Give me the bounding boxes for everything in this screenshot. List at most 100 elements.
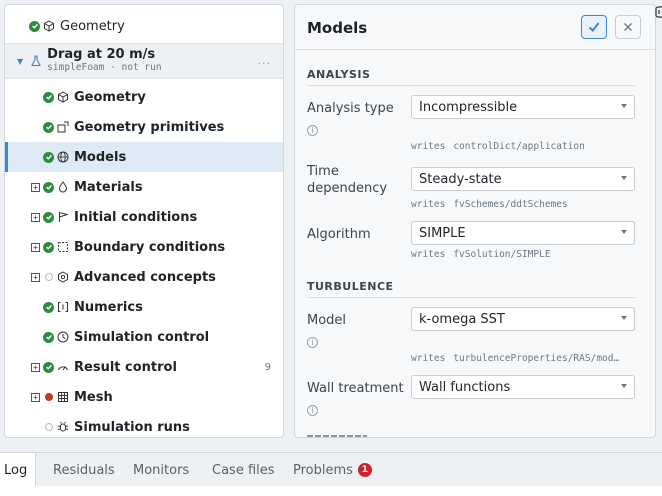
writes-hint: writes fvSolution/SIMPLE (411, 249, 551, 260)
tree-item-initial-conditions[interactable]: + Initial conditions (5, 202, 283, 232)
cube-icon (43, 20, 55, 32)
expand-icon[interactable]: + (31, 212, 40, 222)
time-dependency-label: Time dependency (307, 164, 388, 196)
chevron-down-icon (621, 316, 627, 320)
info-icon[interactable]: i (307, 405, 318, 416)
tree-item-label: Initial conditions (74, 209, 198, 225)
flag-icon (57, 211, 69, 223)
models-panel: Models ANALYSIS Analysis type i Incompre… (294, 4, 656, 438)
tree-item-label: Materials (74, 179, 143, 195)
check-icon (29, 20, 40, 32)
tree-item-geometry[interactable]: Geometry (5, 82, 283, 112)
status-empty-icon (45, 423, 53, 431)
clipped-section-header (307, 433, 367, 437)
section-analysis: ANALYSIS (307, 68, 371, 81)
tab-problems[interactable]: Problems 1 (293, 453, 372, 487)
tree-item-label: Simulation control (74, 329, 210, 345)
cube-icon (57, 91, 69, 103)
expand-icon[interactable]: + (31, 272, 40, 282)
check-icon (43, 91, 54, 103)
select-value: Wall functions (419, 379, 511, 395)
tab-case-files[interactable]: Case files (212, 453, 275, 487)
writes-hint: writes turbulenceProperties/RAS/mod… (411, 353, 620, 364)
problems-count-badge: 1 (357, 463, 372, 477)
chevron-down-icon (621, 176, 627, 180)
tree-item-label: Geometry (74, 89, 146, 105)
grid-icon (57, 391, 69, 403)
tree-item-boundary-conditions[interactable]: + Boundary conditions (5, 232, 283, 262)
tree-item-label: Advanced concepts (74, 269, 216, 285)
tree-item-materials[interactable]: + Materials (5, 172, 283, 202)
tab-log[interactable]: Log (0, 453, 37, 487)
check-icon (43, 301, 54, 313)
tree-item-label: Boundary conditions (74, 239, 226, 255)
expand-icon[interactable]: + (31, 242, 40, 252)
section-turbulence: TURBULENCE (307, 280, 394, 293)
tree-item-label: Models (74, 149, 127, 165)
algorithm-select[interactable]: SIMPLE (411, 221, 635, 245)
tree-item-simulation-runs[interactable]: Simulation runs (5, 412, 283, 437)
select-value: k-omega SST (419, 311, 505, 327)
collapse-arrow-icon[interactable]: ▼ (17, 57, 23, 66)
select-value: Steady-state (419, 171, 502, 187)
time-dependency-select[interactable]: Steady-state (411, 167, 635, 191)
expand-icon[interactable]: + (31, 392, 40, 402)
tree-item-label: Simulation runs (74, 419, 190, 435)
tab-monitors[interactable]: Monitors (133, 453, 189, 487)
writes-hint: writes fvSchemes/ddtSchemes (411, 199, 568, 210)
tree-item-geometry-primitives[interactable]: Geometry primitives (5, 112, 283, 142)
case-subtitle: simpleFoam · not run (47, 62, 162, 73)
info-icon[interactable]: i (307, 125, 318, 136)
check-icon (43, 121, 54, 133)
globe-icon (57, 151, 69, 163)
check-icon (43, 331, 54, 343)
check-icon (43, 211, 54, 223)
tree-item-mesh[interactable]: + Mesh (5, 382, 283, 412)
tree-item-simulation-control[interactable]: Simulation control (5, 322, 283, 352)
turbulence-model-select[interactable]: k-omega SST (411, 307, 635, 331)
info-icon[interactable]: i (307, 337, 318, 348)
tab-residuals[interactable]: Residuals (53, 453, 115, 487)
analysis-type-select[interactable]: Incompressible (411, 95, 635, 119)
checkmark-icon (588, 22, 600, 32)
tree-item-numerics[interactable]: Numerics (5, 292, 283, 322)
item-count: 9 (264, 361, 271, 373)
boundary-icon (57, 241, 69, 253)
tree-item-root-geometry[interactable]: Geometry (5, 11, 283, 41)
more-options-icon[interactable]: ... (258, 54, 272, 67)
tree-item-models[interactable]: Models (5, 142, 283, 172)
case-title: Drag at 20 m/s (47, 47, 156, 62)
panel-title: Models (307, 19, 368, 37)
side-panel-icon[interactable] (655, 6, 662, 18)
algorithm-label: Algorithm (307, 227, 371, 242)
wall-treatment-label: Wall treatment (307, 381, 404, 396)
analysis-type-label: Analysis type (307, 101, 394, 116)
bottom-tab-bar: Log Residuals Monitors Case files Proble… (0, 452, 662, 487)
wall-treatment-select[interactable]: Wall functions (411, 375, 635, 399)
close-icon (624, 23, 632, 31)
chevron-down-icon (621, 104, 627, 108)
check-icon (43, 151, 54, 163)
apply-button[interactable] (581, 15, 607, 39)
error-status-icon (45, 393, 53, 401)
tree-item-label: Geometry (60, 18, 125, 34)
close-button[interactable] (615, 15, 641, 39)
check-icon (43, 181, 54, 193)
tree-item-label: Geometry primitives (74, 119, 225, 135)
expand-icon[interactable]: + (31, 362, 40, 372)
clock-icon (57, 331, 69, 343)
tree-item-result-control[interactable]: + Result control 9 (5, 352, 283, 382)
log-output-area (0, 486, 662, 496)
flask-icon (30, 55, 42, 67)
case-header[interactable]: ▼ Drag at 20 m/s simpleFoam · not run ..… (5, 43, 283, 79)
section-divider (307, 297, 635, 298)
tree-item-advanced-concepts[interactable]: + Advanced concepts (5, 262, 283, 292)
select-value: Incompressible (419, 99, 518, 115)
check-icon (43, 241, 54, 253)
tree-item-label: Result control (74, 359, 177, 375)
chevron-down-icon (621, 230, 627, 234)
hexagon-icon (57, 271, 69, 283)
model-label: Model (307, 313, 347, 328)
expand-icon[interactable]: + (31, 182, 40, 192)
header-divider (295, 49, 655, 50)
